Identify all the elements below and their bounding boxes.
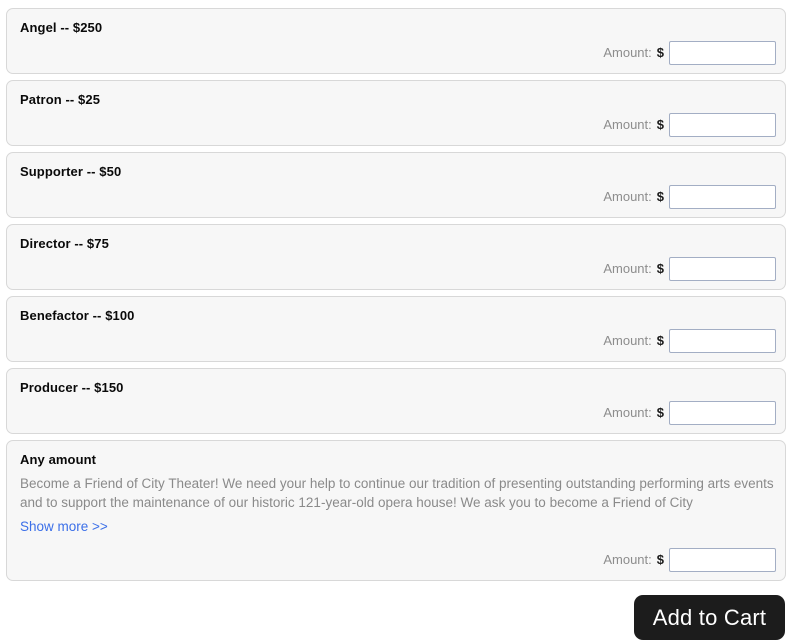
currency-symbol: $ [656,333,664,348]
any-amount-panel[interactable]: Any amount Become a Friend of City Theat… [6,440,786,581]
donation-level-panel[interactable]: Patron -- $25 Amount: $ [6,80,786,146]
amount-input[interactable] [669,401,776,425]
amount-input[interactable] [669,113,776,137]
amount-row: Amount: $ [16,257,776,281]
amount-input[interactable] [669,329,776,353]
donation-level-title: Benefactor -- $100 [20,308,135,323]
donation-level-title: Patron -- $25 [20,92,101,107]
amount-input[interactable] [669,257,776,281]
amount-row: Amount: $ [16,329,776,353]
donation-level-panel[interactable]: Director -- $75 Amount: $ [6,224,786,290]
donation-level-title: Supporter -- $50 [20,164,122,179]
amount-label: Amount: [603,117,652,132]
currency-symbol: $ [656,405,664,420]
amount-label: Amount: [603,333,652,348]
currency-symbol: $ [656,189,664,204]
currency-symbol: $ [656,117,664,132]
amount-row: Amount: $ [16,113,776,137]
donation-level-panel[interactable]: Benefactor -- $100 Amount: $ [6,296,786,362]
amount-label: Amount: [603,261,652,276]
donation-level-panel[interactable]: Angel -- $250 Amount: $ [6,8,786,74]
amount-row: Amount: $ [16,41,776,65]
donation-level-title: Director -- $75 [20,236,109,251]
amount-label: Amount: [603,45,652,60]
amount-label: Amount: [603,405,652,420]
amount-input[interactable] [669,548,776,572]
donation-levels-list: Angel -- $250 Amount: $ Patron -- $25 Am… [6,8,786,581]
currency-symbol: $ [656,45,664,60]
donation-level-panel[interactable]: Producer -- $150 Amount: $ [6,368,786,434]
donation-level-title: Producer -- $150 [20,380,124,395]
currency-symbol: $ [656,261,664,276]
donation-level-panel[interactable]: Supporter -- $50 Amount: $ [6,152,786,218]
amount-input[interactable] [669,41,776,65]
amount-row: Amount: $ [16,548,776,572]
amount-row: Amount: $ [16,401,776,425]
donation-page: Angel -- $250 Amount: $ Patron -- $25 Am… [0,0,800,640]
show-more-link[interactable]: Show more >> [20,518,108,536]
add-to-cart-button[interactable]: Add to Cart [634,595,785,640]
amount-input[interactable] [669,185,776,209]
footer-actions: Add to Cart [6,595,786,640]
amount-label: Amount: [603,189,652,204]
any-amount-title: Any amount [20,452,97,467]
currency-symbol: $ [656,552,664,567]
amount-row: Amount: $ [16,185,776,209]
amount-label: Amount: [603,552,652,567]
any-amount-description: Become a Friend of City Theater! We need… [20,476,774,510]
donation-level-title: Angel -- $250 [20,20,103,35]
